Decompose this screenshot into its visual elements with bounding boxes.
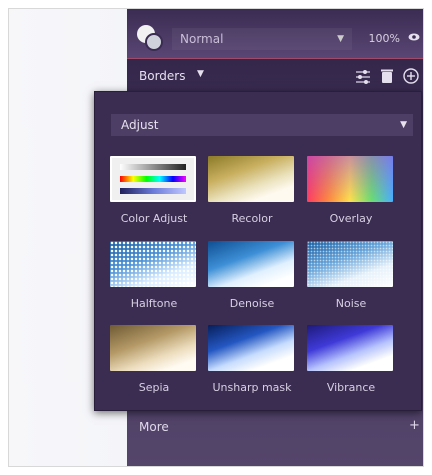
more-row[interactable]: More + (127, 416, 423, 442)
filter-tile-color-adjust[interactable]: Color Adjust (110, 156, 198, 225)
filter-thumbnail (110, 241, 196, 287)
blend-mode-icon[interactable] (137, 25, 163, 51)
filter-label: Halftone (130, 297, 178, 310)
filter-thumbnail (208, 156, 294, 202)
chevron-down-icon: ▼ (400, 120, 407, 130)
filter-tile-sepia[interactable]: Sepia (110, 325, 198, 394)
opacity-value[interactable]: 100% (358, 28, 400, 50)
chevron-down-icon: ▼ (337, 34, 344, 44)
filter-tile-halftone[interactable]: Halftone (110, 241, 198, 310)
plus-icon[interactable]: + (409, 418, 420, 433)
sliders-icon[interactable] (354, 67, 372, 85)
section-header: Borders ▼ (127, 61, 423, 93)
filter-thumbnail (110, 325, 196, 371)
filter-tile-vibrance[interactable]: Vibrance (307, 325, 395, 394)
trash-icon[interactable] (378, 67, 396, 85)
app-frame: Normal ▼ 100% Borders ▼ More + Adjust ▼ … (8, 8, 424, 467)
filter-tile-recolor[interactable]: Recolor (208, 156, 296, 225)
filter-label: Color Adjust (120, 212, 188, 225)
filter-label: Denoise (229, 297, 275, 310)
filter-label: Recolor (231, 212, 273, 225)
blend-mode-value: Normal (180, 32, 224, 46)
filter-thumbnail (208, 241, 294, 287)
blend-mode-select[interactable]: Normal ▼ (172, 28, 352, 50)
more-label: More (139, 420, 169, 434)
filter-tile-unsharp-mask[interactable]: Unsharp mask (208, 325, 296, 394)
filter-label: Unsharp mask (212, 381, 292, 394)
filter-label: Vibrance (326, 381, 376, 394)
eye-icon[interactable] (408, 31, 420, 43)
filter-tile-denoise[interactable]: Denoise (208, 241, 296, 310)
filter-label: Sepia (138, 381, 170, 394)
filter-label: Noise (335, 297, 367, 310)
filter-tile-overlay[interactable]: Overlay (307, 156, 395, 225)
filter-thumbnail (307, 156, 393, 202)
filter-thumbnail (307, 325, 393, 371)
filter-thumbnail (110, 156, 196, 202)
filter-category-select[interactable]: Adjust ▼ (111, 114, 413, 136)
add-circle-icon[interactable] (402, 67, 420, 85)
filter-tile-noise[interactable]: Noise (307, 241, 395, 310)
filter-category-value: Adjust (121, 118, 159, 132)
filter-label: Overlay (329, 212, 373, 225)
chevron-down-icon[interactable]: ▼ (197, 69, 204, 79)
filter-thumbnail (307, 241, 393, 287)
filter-thumbnail (208, 325, 294, 371)
filter-popup: Adjust ▼ Color Adjust Recolor Overlay Ha (94, 91, 422, 411)
section-title[interactable]: Borders (139, 69, 185, 83)
toolbar: Normal ▼ 100% (127, 9, 423, 59)
